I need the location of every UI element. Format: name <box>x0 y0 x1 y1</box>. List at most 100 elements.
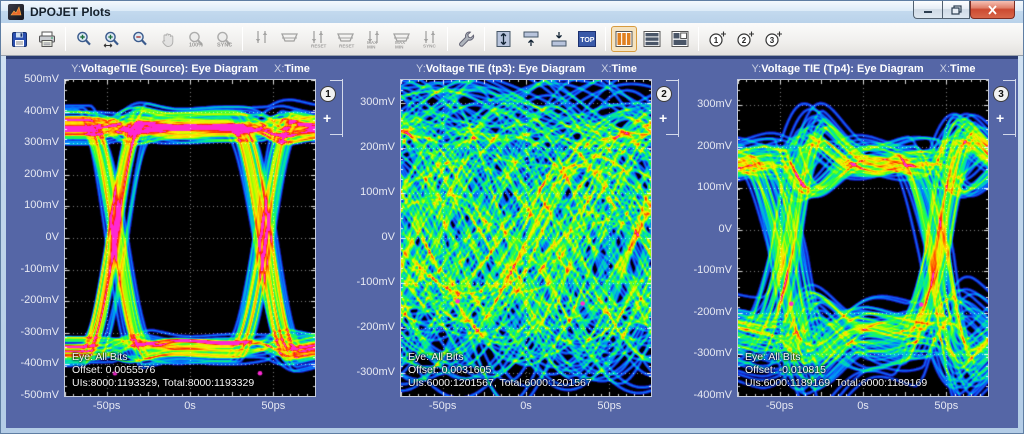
pan-button <box>155 26 181 52</box>
eye-diagram-canvas-2[interactable] <box>401 80 651 396</box>
zoom-out-button[interactable] <box>127 26 153 52</box>
print-button[interactable] <box>34 26 60 52</box>
app-logo-icon <box>8 4 24 20</box>
offset-readout: Offset: 0.0055576 <box>72 364 155 376</box>
y-axis-title: VoltageTIE (Source): Eye Diagram <box>81 63 258 75</box>
y-axis-tick-label: -200mV <box>345 321 395 333</box>
layout-grid-button[interactable] <box>667 26 693 52</box>
uis-readout: UIs:6000:1201567, Total:6000:1201567 <box>408 377 592 389</box>
zoom-text-icon: SYNC <box>215 30 233 48</box>
svg-text:100%: 100% <box>189 43 203 49</box>
titlebar[interactable]: DPOJET Plots <box>1 1 1023 23</box>
y-axis-tick-label: 100mV <box>9 199 59 211</box>
y-axis-tick-label: 200mV <box>682 140 732 152</box>
eye-diagram-canvas-3[interactable] <box>738 80 988 396</box>
y-axis-title: Y: <box>416 63 426 75</box>
vcursors-icon <box>252 30 271 49</box>
y-axis-title: Voltage TIE (Tp4): Eye Diagram <box>761 63 923 75</box>
svg-text:SYNC: SYNC <box>217 43 232 49</box>
eye-source-readout: Eye: All Bits <box>408 351 463 363</box>
y-axis-tick-label: -200mV <box>9 294 59 306</box>
zoom-horizontal-icon <box>103 30 121 48</box>
zoom-horizontal-button[interactable] <box>99 26 125 52</box>
uis-readout: UIs:6000:1189169, Total:6000:1189169 <box>745 377 927 389</box>
zoom-in-button[interactable] <box>71 26 97 52</box>
floppy-icon <box>11 31 28 48</box>
marker-tick <box>666 134 679 135</box>
vcursors-icon: RESET <box>308 30 327 49</box>
align-top-icon <box>522 30 540 48</box>
y-axis-tick-label: 0V <box>9 231 59 243</box>
y-axis-tick-label: 100mV <box>682 181 732 193</box>
plot-number-badge[interactable]: 1 <box>320 86 336 102</box>
eye-diagram-plot-1[interactable]: Eye: All BitsOffset: 0.0055576UIs:8000:1… <box>64 79 316 397</box>
layout-columns-icon <box>615 30 633 48</box>
minimize-button[interactable] <box>913 1 942 19</box>
add-cursor-plot2-button[interactable]: 2 <box>732 26 758 52</box>
layout-rows-icon <box>643 30 661 48</box>
svg-text:SYNC: SYNC <box>423 43 436 48</box>
plot-workspace: Y:VoltageTIE (Source): Eye DiagramX:Time… <box>6 56 1018 428</box>
vertical-cursors-maxmin-button: MAXMIN <box>360 26 386 52</box>
marker-track <box>678 79 679 137</box>
layout-rows-button[interactable] <box>639 26 665 52</box>
y-axis-tick-label: 0V <box>345 231 395 243</box>
restore-button[interactable] <box>942 1 970 19</box>
y-axis-tick-label: 200mV <box>9 168 59 180</box>
x-axis-title: Time <box>612 63 637 75</box>
x-axis-title: X: <box>274 63 284 75</box>
y-axis-tick-label: -500mV <box>9 389 59 401</box>
plot-number-badge[interactable]: 3 <box>993 86 1009 102</box>
x-axis-tick-label: 50ps <box>597 400 621 412</box>
fit-vertical-icon <box>495 30 512 48</box>
offset-readout: Offset: 0.0031605 <box>408 364 491 376</box>
add-marker-button[interactable]: + <box>659 110 667 126</box>
y-axis-tick-label: 100mV <box>345 186 395 198</box>
x-axis-title: Time <box>950 63 975 75</box>
fit-vertical-button[interactable] <box>490 26 516 52</box>
wrench-icon <box>457 30 475 48</box>
add-cursor-plot1-button[interactable]: 1 <box>704 26 730 52</box>
x-axis-tick-label: 0s <box>184 400 196 412</box>
toolbar: 100%SYNCRESETRESETMAXMINMAXMINSYNCTOP123 <box>1 23 1023 56</box>
zoom-100-button: 100% <box>183 26 209 52</box>
layout-columns-button[interactable] <box>611 26 637 52</box>
x-axis-tick-label: 50ps <box>261 400 285 412</box>
eye-diagram-plot-3[interactable]: Eye: All BitsOffset: -0.010815UIs:6000:1… <box>737 79 989 397</box>
plot-marker-column: 3+ <box>990 79 1018 397</box>
zoom-out-icon <box>131 30 149 48</box>
align-bottom-icon <box>550 30 568 48</box>
align-top-button[interactable] <box>518 26 544 52</box>
eye-source-readout: Eye: All Bits <box>745 351 800 363</box>
y-axis-tick-label: -400mV <box>682 389 732 401</box>
x-axis-title: X: <box>601 63 611 75</box>
eye-diagram-plot-2[interactable]: Eye: All BitsOffset: 0.0031605UIs:6000:1… <box>400 79 652 397</box>
always-on-top-button[interactable]: TOP <box>574 26 600 52</box>
svg-text:MIN: MIN <box>367 44 376 49</box>
save-button[interactable] <box>6 26 32 52</box>
horizontal-cursors-reset-button: RESET <box>332 26 358 52</box>
add-marker-button[interactable]: + <box>323 110 331 126</box>
toolbar-separator <box>605 27 606 51</box>
x-axis-title: X: <box>940 63 950 75</box>
add-cursor-plot3-button[interactable]: 3 <box>760 26 786 52</box>
add-marker-button[interactable]: + <box>996 110 1004 126</box>
align-bottom-button[interactable] <box>546 26 572 52</box>
svg-text:RESET: RESET <box>339 43 355 48</box>
printer-icon <box>38 31 56 48</box>
plot-title: Y:Voltage TIE (Tp4): Eye DiagramX:Time <box>712 63 1015 75</box>
close-button[interactable] <box>970 1 1015 19</box>
uis-readout: UIs:8000:1193329, Total:8000:1193329 <box>72 377 254 389</box>
eye-source-readout: Eye: All Bits <box>72 351 127 363</box>
eye-diagram-canvas-1[interactable] <box>65 80 315 396</box>
vcursors-icon: MAXMIN <box>364 30 383 49</box>
cursors-sync-button: SYNC <box>416 26 442 52</box>
y-axis-tick-label: 400mV <box>9 105 59 117</box>
plot-number-badge[interactable]: 2 <box>656 86 672 102</box>
marker-track <box>1015 79 1016 137</box>
toolbar-separator <box>484 27 485 51</box>
x-axis-tick-label: 0s <box>520 400 532 412</box>
circle-number-icon: 2 <box>736 30 755 48</box>
x-axis-tick-label: 50ps <box>934 400 958 412</box>
configure-button[interactable] <box>453 26 479 52</box>
